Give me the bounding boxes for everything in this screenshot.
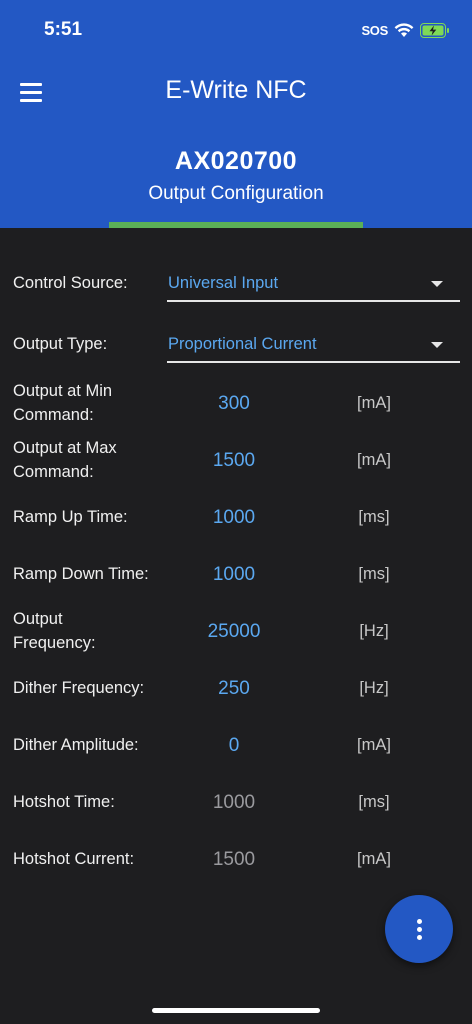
dither-amplitude-label: Dither Amplitude: <box>13 736 139 754</box>
control-source-value[interactable]: Universal Input <box>168 274 278 293</box>
battery-charging-icon <box>420 22 449 38</box>
output-max-command-unit: [mA] <box>357 451 391 469</box>
output-max-command-input[interactable]: 1500 <box>174 450 294 472</box>
chevron-down-icon[interactable] <box>431 342 443 348</box>
home-indicator[interactable] <box>152 1008 320 1013</box>
hotshot-time-unit: [ms] <box>358 793 390 811</box>
wifi-icon <box>394 22 414 37</box>
output-type-underline <box>167 361 460 363</box>
dither-frequency-label: Dither Frequency: <box>13 679 145 697</box>
ramp-up-time-label: Ramp Up Time: <box>13 508 128 526</box>
output-frequency-unit: [Hz] <box>359 622 389 640</box>
page-title: Output Configuration <box>148 183 324 204</box>
device-id: AX020700 <box>174 147 298 175</box>
output-frequency-label: Output Frequency: <box>13 610 96 652</box>
control-source-underline <box>167 300 460 302</box>
chevron-down-icon[interactable] <box>431 281 443 287</box>
hotshot-current-unit: [mA] <box>357 850 391 868</box>
tab-indicator <box>109 222 363 228</box>
app-title: E-Write NFC <box>165 76 307 104</box>
dither-amplitude-input[interactable]: 0 <box>174 735 294 757</box>
ramp-up-time-unit: [ms] <box>358 508 390 526</box>
output-type-label: Output Type: <box>13 335 108 353</box>
output-type-value[interactable]: Proportional Current <box>168 335 317 354</box>
app-header: 5:51 SOS E-Write NFC AX020700 Output Con… <box>0 0 472 228</box>
hotshot-current-value: 1500 <box>212 849 256 870</box>
ramp-up-time-input[interactable]: 1000 <box>174 507 294 529</box>
output-min-command-unit: [mA] <box>357 394 391 412</box>
ramp-down-time-label: Ramp Down Time: <box>13 565 149 583</box>
more-options-button[interactable] <box>385 895 453 963</box>
ramp-down-time-input[interactable]: 1000 <box>174 564 294 586</box>
output-max-command-label: Output at Max Command: <box>13 439 117 481</box>
hotshot-current-label: Hotshot Current: <box>13 850 135 868</box>
dither-frequency-input[interactable]: 250 <box>174 678 294 700</box>
control-source-label: Control Source: <box>13 274 128 292</box>
status-time: 5:51 <box>44 19 83 40</box>
hotshot-time-label: Hotshot Time: <box>13 793 115 811</box>
status-icons: SOS <box>361 20 450 40</box>
sos-indicator: SOS <box>361 22 388 38</box>
ramp-down-time-unit: [ms] <box>358 565 390 583</box>
output-min-command-input[interactable]: 300 <box>174 393 294 415</box>
dither-frequency-unit: [Hz] <box>359 679 389 697</box>
more-vertical-icon <box>416 918 422 924</box>
output-frequency-input[interactable]: 25000 <box>174 621 294 643</box>
dither-amplitude-unit: [mA] <box>357 736 391 754</box>
hotshot-time-value: 1000 <box>212 792 256 813</box>
output-min-command-label: Output at Min Command: <box>13 382 113 424</box>
